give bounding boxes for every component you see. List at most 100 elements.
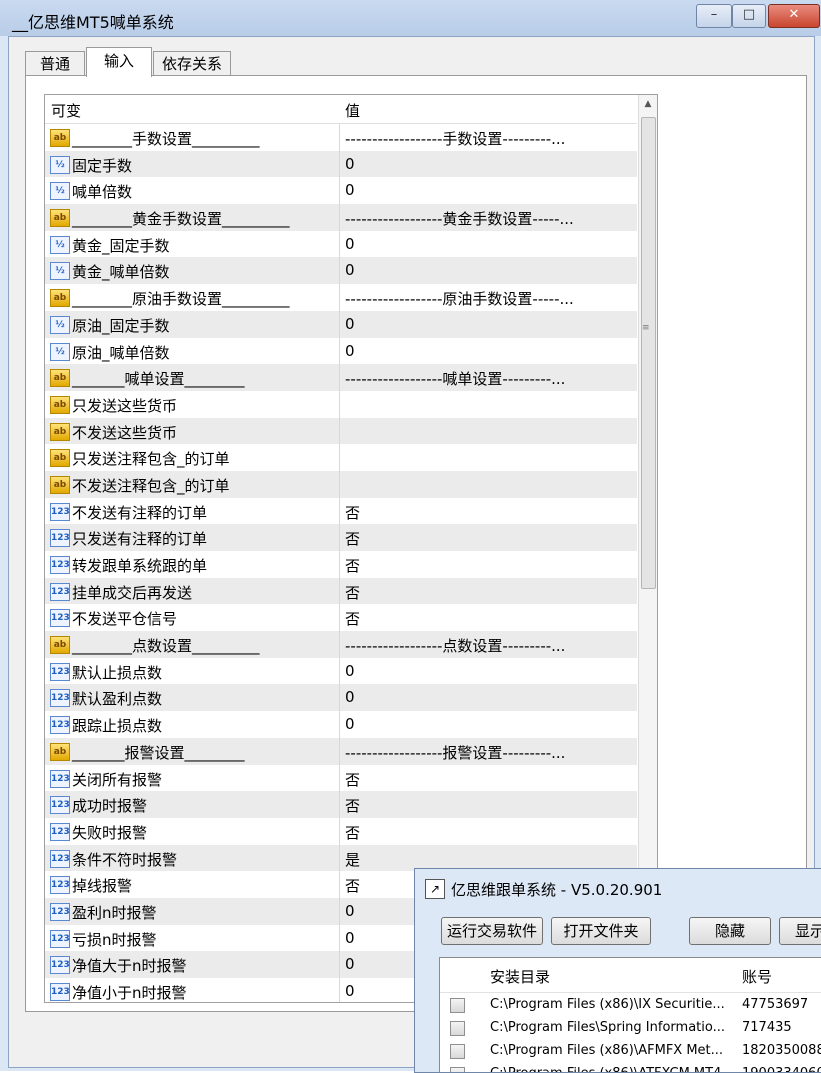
grid-row[interactable]: ab _______报警设置________ ------------------报… <box>45 737 637 765</box>
param-value[interactable]: 否 <box>345 822 635 843</box>
account-number: 1820350088 <box>742 1043 821 1058</box>
param-name-cell: 123 挂单成交后再发送 <box>45 577 340 605</box>
grid-row[interactable]: 123 失败时报警否 <box>45 817 637 845</box>
string-type-icon: ab <box>50 475 70 494</box>
param-value[interactable]: ------------------报警设置---------... <box>345 742 635 763</box>
account-number: 47753697 <box>742 997 809 1012</box>
grid-row[interactable]: ab ________原油手数设置_________ ---------------… <box>45 284 637 311</box>
open-folder-button[interactable]: 打开文件夹 <box>551 917 651 945</box>
grid-row[interactable]: 123 成功时报警否 <box>45 791 637 818</box>
param-value[interactable]: ------------------黄金手数设置-----... <box>345 208 635 229</box>
param-value[interactable]: 否 <box>345 795 635 816</box>
terminal-list[interactable]: 安装目录 账号 C:\Program Files (x86)\IX Securi… <box>439 957 821 1072</box>
grid-row[interactable]: 123 默认盈利点数 0 <box>45 684 637 712</box>
terminal-list-item[interactable]: C:\Program Files (x86)\ATFXCM MT4... 1900… <box>440 1063 821 1072</box>
param-value[interactable]: 0 <box>345 181 635 199</box>
tab-dependencies[interactable]: 依存关系 <box>153 51 231 76</box>
show-button[interactable]: 显示 <box>779 917 821 945</box>
grid-row[interactable]: ½ 黄金_喊单倍数 0 <box>45 257 637 285</box>
select-checkbox[interactable] <box>450 1021 465 1036</box>
param-name: 固定手数 <box>72 156 133 175</box>
param-name-cell: ab ________黄金手数设置_________ <box>45 204 340 231</box>
param-name-cell: 123 净值小于n时报警 <box>45 978 340 1002</box>
grid-row[interactable]: ab 不发送这些货币 <box>45 417 637 445</box>
grid-row[interactable]: ab 只发送这些货币 <box>45 390 637 418</box>
grid-row[interactable]: ab ________点数设置_________ -----------------… <box>45 631 637 658</box>
close-button[interactable]: ✕ <box>768 4 820 28</box>
grid-row[interactable]: 123 转发跟单系统跟的单否 <box>45 551 637 578</box>
param-value[interactable]: 0 <box>345 261 635 279</box>
minimize-button[interactable]: – <box>696 4 732 28</box>
terminal-list-item[interactable]: C:\Program Files (x86)\AFMFX Met... 18203… <box>440 1040 821 1063</box>
param-name-cell: 123 不发送平仓信号 <box>45 604 340 632</box>
integer-type-icon: 123 <box>50 849 70 868</box>
param-name: 原油_喊单倍数 <box>72 343 170 362</box>
param-value[interactable]: 是 <box>345 849 635 870</box>
tab-inputs[interactable]: 输入 <box>86 47 152 77</box>
param-value[interactable]: 0 <box>345 342 635 360</box>
terminal-list-item[interactable]: C:\Program Files\Spring Informatio... 717… <box>440 1017 821 1040</box>
param-name-cell: ab ________点数设置_________ <box>45 631 340 658</box>
grid-row[interactable]: ab ________黄金手数设置_________ ---------------… <box>45 204 637 231</box>
select-checkbox[interactable] <box>450 998 465 1013</box>
integer-type-icon: 123 <box>50 716 70 735</box>
scroll-up-arrow-icon[interactable]: ▲ <box>639 95 657 113</box>
run-trading-software-button[interactable]: 运行交易软件 <box>441 917 543 945</box>
param-value[interactable]: ------------------手数设置---------... <box>345 128 635 149</box>
param-value[interactable]: 0 <box>345 155 635 173</box>
input-parameters-grid[interactable]: 可变 值 ab ________手数设置_________ ------------… <box>44 94 658 1003</box>
grid-row[interactable]: ab _______喊单设置________ ------------------喊… <box>45 364 637 391</box>
param-value[interactable]: 0 <box>345 662 635 680</box>
param-value[interactable]: 否 <box>345 528 635 549</box>
param-name: 只发送这些货币 <box>72 396 178 415</box>
param-name-cell: 123 净值大于n时报警 <box>45 951 340 978</box>
terminal-list-item[interactable]: C:\Program Files (x86)\IX Securitie... 47… <box>440 994 821 1017</box>
param-value[interactable]: ------------------原油手数设置-----... <box>345 288 635 309</box>
param-value[interactable]: 否 <box>345 555 635 576</box>
param-value[interactable]: ------------------点数设置---------... <box>345 635 635 656</box>
tab-general[interactable]: 普通 <box>25 51 85 76</box>
grid-row[interactable]: 123 只发送有注释的订单否 <box>45 524 637 551</box>
vertical-scrollbar[interactable]: ▲ ≡ <box>638 95 657 1002</box>
grid-row[interactable]: 123 默认止损点数 0 <box>45 657 637 685</box>
param-value[interactable]: 0 <box>345 235 635 253</box>
param-value[interactable]: 否 <box>345 502 635 523</box>
column-header-variable[interactable]: 可变 <box>51 100 81 121</box>
param-value[interactable]: 0 <box>345 315 635 333</box>
grid-row[interactable]: ½ 原油_固定手数 0 <box>45 310 637 338</box>
grid-row[interactable]: ½ 喊单倍数 0 <box>45 177 637 205</box>
grid-row[interactable]: 123 跟踪止损点数 0 <box>45 711 637 738</box>
param-value[interactable]: 0 <box>345 688 635 706</box>
grid-row[interactable]: ½ 黄金_固定手数 0 <box>45 230 637 258</box>
hide-button[interactable]: 隐藏 <box>689 917 771 945</box>
param-value[interactable]: 否 <box>345 769 635 790</box>
grid-row[interactable]: ½ 原油_喊单倍数 0 <box>45 337 637 365</box>
grid-row[interactable]: ab 不发送注释包含_的订单 <box>45 470 637 498</box>
param-name: ________手数设置_________ <box>72 130 260 148</box>
grid-row[interactable]: 123 不发送有注释的订单否 <box>45 497 637 525</box>
grid-row[interactable]: 123 挂单成交后再发送否 <box>45 577 637 605</box>
param-name: 掉线报警 <box>72 877 133 896</box>
column-header-value[interactable]: 值 <box>345 100 360 121</box>
select-checkbox[interactable] <box>450 1067 465 1072</box>
param-value[interactable]: ------------------喊单设置---------... <box>345 368 635 389</box>
maximize-button[interactable]: □ <box>732 4 766 28</box>
param-name-cell: ab ________原油手数设置_________ <box>45 284 340 311</box>
grid-row[interactable]: 123 不发送平仓信号否 <box>45 604 637 632</box>
column-header-account[interactable]: 账号 <box>742 966 772 987</box>
param-value[interactable]: 否 <box>345 608 635 629</box>
terminal-list-header: 安装目录 账号 <box>440 958 821 993</box>
select-checkbox[interactable] <box>450 1044 465 1059</box>
column-header-install-dir[interactable]: 安装目录 <box>490 966 550 987</box>
scroll-thumb[interactable] <box>641 117 656 589</box>
param-name: 成功时报警 <box>72 797 148 816</box>
param-value[interactable]: 否 <box>345 582 635 603</box>
grid-row[interactable]: ab 只发送注释包含_的订单 <box>45 444 637 471</box>
grid-row[interactable]: ½ 固定手数 0 <box>45 150 637 178</box>
double-type-icon: ½ <box>50 182 70 201</box>
grid-row[interactable]: 123 关闭所有报警否 <box>45 764 637 792</box>
grid-row[interactable]: ab ________手数设置_________ -----------------… <box>45 124 637 151</box>
param-value[interactable]: 0 <box>345 715 635 733</box>
param-name-cell: ½ 喊单倍数 <box>45 177 340 205</box>
title-bar[interactable]: __亿思维MT5喊单系统 – □ ✕ <box>0 0 821 36</box>
